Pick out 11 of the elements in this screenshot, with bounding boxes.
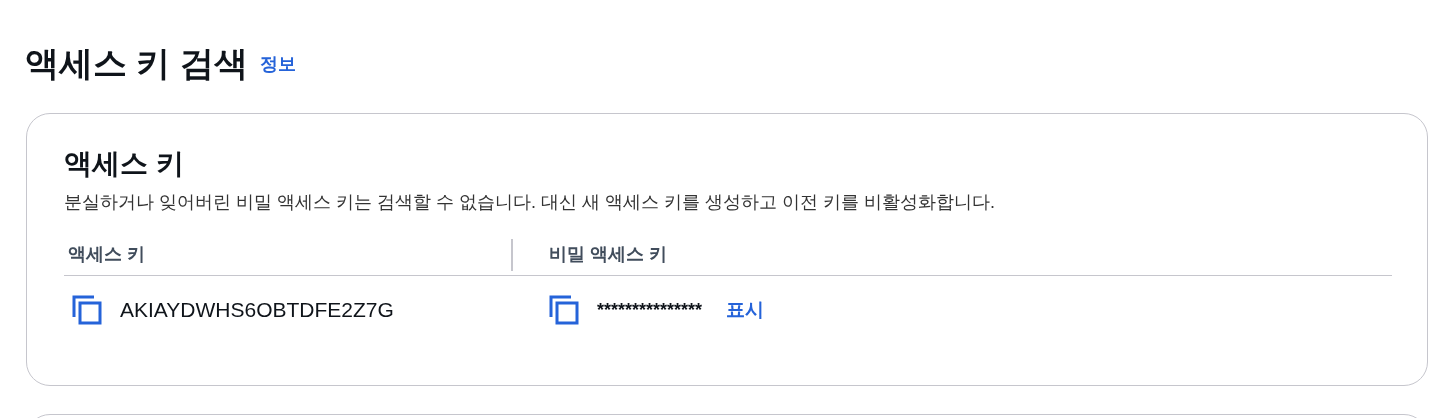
copy-icon[interactable] [72, 295, 102, 325]
column-header: 비밀 액세스 키 [548, 243, 667, 266]
card-title: 액세스 키 [64, 147, 185, 181]
copy-icon[interactable] [549, 295, 579, 325]
info-link[interactable]: 정보 [259, 51, 296, 78]
show-link[interactable]: 표시 [726, 295, 765, 325]
card-description: 분실하거나 잊어버린 비밀 액세스 키는 검색할 수 없습니다. 대신 새 액세스 키를 생성하고 이전 키를 비활성화합니다. [64, 191, 997, 214]
secret-key-value: *************** [597, 298, 703, 322]
column-header: 액세스 키 [67, 243, 146, 266]
access-key-value: AKIAYDWHS6OBTDFE2Z7G [120, 297, 394, 324]
page-title: 액세스 키 검색 [25, 46, 248, 80]
